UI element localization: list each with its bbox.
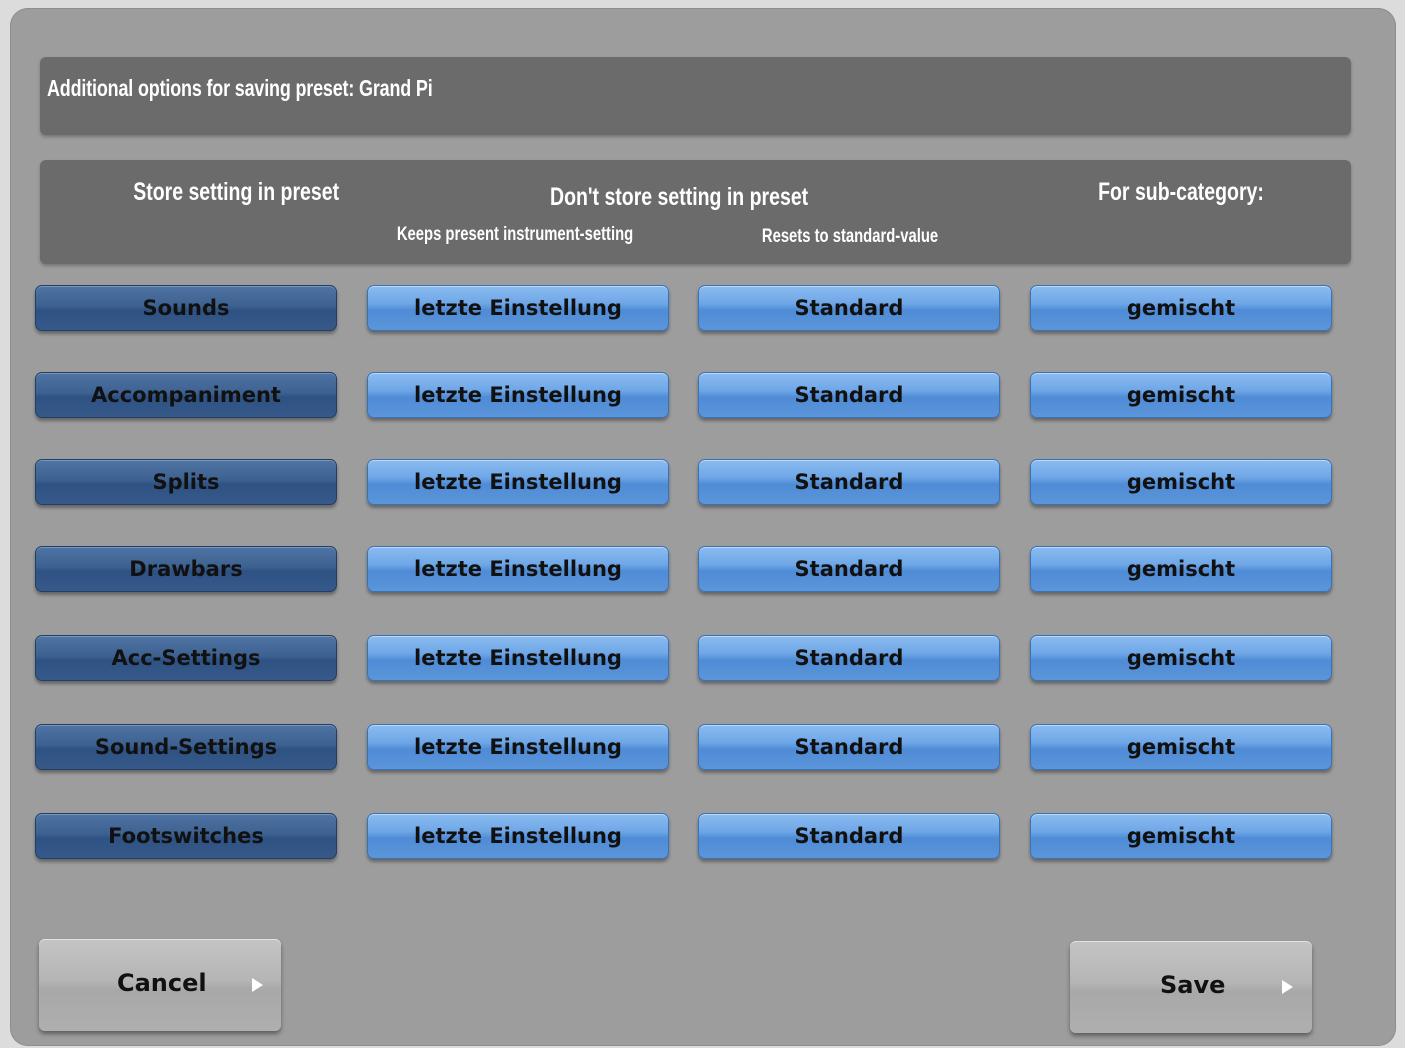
category-button-sound-settings[interactable]: Sound-Settings: [35, 724, 337, 770]
keep-setting-button-acc-settings[interactable]: letzte Einstellung: [367, 635, 669, 681]
arrow-right-icon: [1282, 980, 1293, 994]
keep-setting-button-sound-settings[interactable]: letzte Einstellung: [367, 724, 669, 770]
reset-standard-button-accompaniment[interactable]: Standard: [698, 372, 1000, 418]
save-button[interactable]: Save: [1070, 941, 1312, 1033]
keep-setting-button-splits[interactable]: letzte Einstellung: [367, 459, 669, 505]
column-header-bar: Store setting in preset Don't store sett…: [40, 160, 1351, 264]
sub-category-button-drawbars[interactable]: gemischt: [1030, 546, 1332, 592]
header-resets-standard: Resets to standard-value: [761, 226, 939, 247]
sub-category-button-sounds[interactable]: gemischt: [1030, 285, 1332, 331]
cancel-label: Cancel: [117, 969, 207, 997]
header-keeps-present: Keeps present instrument-setting: [396, 224, 634, 245]
sub-category-button-sound-settings[interactable]: gemischt: [1030, 724, 1332, 770]
category-button-splits[interactable]: Splits: [35, 459, 337, 505]
cancel-button[interactable]: Cancel: [39, 939, 281, 1031]
category-button-drawbars[interactable]: Drawbars: [35, 546, 337, 592]
reset-standard-button-sounds[interactable]: Standard: [698, 285, 1000, 331]
sub-category-button-acc-settings[interactable]: gemischt: [1030, 635, 1332, 681]
category-button-acc-settings[interactable]: Acc-Settings: [35, 635, 337, 681]
category-button-sounds[interactable]: Sounds: [35, 285, 337, 331]
keep-setting-button-drawbars[interactable]: letzte Einstellung: [367, 546, 669, 592]
dialog-title: Additional options for saving preset: Gr…: [47, 75, 433, 101]
keep-setting-button-sounds[interactable]: letzte Einstellung: [367, 285, 669, 331]
category-button-footswitches[interactable]: Footswitches: [35, 813, 337, 859]
sub-category-button-accompaniment[interactable]: gemischt: [1030, 372, 1332, 418]
arrow-right-icon: [252, 978, 263, 992]
reset-standard-button-acc-settings[interactable]: Standard: [698, 635, 1000, 681]
keep-setting-button-footswitches[interactable]: letzte Einstellung: [367, 813, 669, 859]
keep-setting-button-accompaniment[interactable]: letzte Einstellung: [367, 372, 669, 418]
sub-category-button-footswitches[interactable]: gemischt: [1030, 813, 1332, 859]
save-label: Save: [1160, 971, 1226, 999]
reset-standard-button-drawbars[interactable]: Standard: [698, 546, 1000, 592]
category-button-accompaniment[interactable]: Accompaniment: [35, 372, 337, 418]
reset-standard-button-sound-settings[interactable]: Standard: [698, 724, 1000, 770]
header-store: Store setting in preset: [133, 178, 340, 206]
reset-standard-button-splits[interactable]: Standard: [698, 459, 1000, 505]
header-sub-category: For sub-category:: [1098, 178, 1264, 206]
reset-standard-button-footswitches[interactable]: Standard: [698, 813, 1000, 859]
sub-category-button-splits[interactable]: gemischt: [1030, 459, 1332, 505]
header-dont-store: Don't store setting in preset: [550, 183, 809, 211]
title-bar: Additional options for saving preset: Gr…: [40, 57, 1351, 135]
